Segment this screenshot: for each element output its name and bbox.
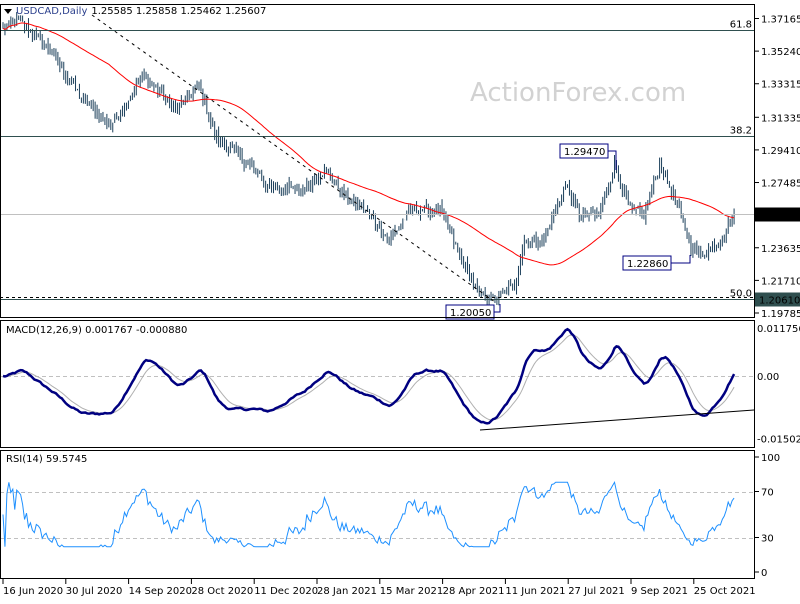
annotation-label: 1.29470: [564, 147, 605, 158]
date-tick-label: 11 Jun 2021: [505, 586, 565, 597]
macd-tick-label: -0.01502: [757, 435, 800, 446]
price-tick-label: 1.21710: [761, 276, 800, 287]
annotation-label: 1.22860: [627, 259, 668, 270]
level-badge: 1.20610: [755, 292, 800, 307]
date-tick-label: 28 Jan 2021: [317, 586, 377, 597]
date-tick-label: 11 Dec 2020: [254, 586, 318, 597]
macd-title: MACD(12,26,9) 0.001767 -0.000880: [6, 325, 187, 336]
date-tick-label: 27 Jul 2021: [568, 586, 625, 597]
rsi-title: RSI(14) 59.5745: [6, 454, 87, 465]
fib-level-label: 38.2: [730, 126, 752, 137]
date-tick-label: 30 Jul 2020: [66, 586, 123, 597]
date-tick-label: 15 Mar 2021: [380, 586, 443, 597]
rsi-tick-label: 30: [761, 534, 774, 545]
date-tick-label: 14 Sep 2020: [129, 586, 192, 597]
rsi-tick-label: 0: [761, 568, 767, 579]
price-annotation: 1.20050: [445, 304, 495, 320]
date-tick-label: 28 Apr 2021: [443, 586, 505, 597]
price-tick-label: 1.31335: [761, 113, 800, 124]
last-price-label: 1.25607: [759, 211, 800, 222]
rsi-tick-label: 70: [761, 488, 774, 499]
ohlc-values: 1.25585 1.25858 1.25462 1.25607: [91, 6, 266, 17]
date-tick-label: 25 Oct 2021: [694, 586, 756, 597]
last-price-badge: 1.25607: [755, 207, 800, 222]
price-annotation: 1.29470: [559, 143, 609, 159]
symbol-label: USDCAD,Daily: [16, 6, 87, 17]
price-tick-label: 1.37165: [761, 15, 800, 26]
chart-window: ActionForex.com 61.838.250.01.294701.228…: [0, 0, 800, 600]
date-tick-label: 16 Jun 2020: [3, 586, 63, 597]
date-tick-label: 9 Sep 2021: [631, 586, 688, 597]
price-annotation: 1.22860: [622, 255, 672, 271]
price-tick-label: 1.35240: [761, 47, 800, 58]
macd-tick-label: 0.00: [757, 372, 779, 383]
price-tick-label: 1.29410: [761, 146, 800, 157]
rsi-tick-label: 100: [761, 453, 780, 464]
fib-level-label: 61.8: [730, 20, 752, 31]
price-tick-label: 1.23635: [761, 244, 800, 255]
watermark: ActionForex.com: [470, 78, 686, 108]
svg-text:USDCAD,Daily1.25585 1.25858 1.: USDCAD,Daily 1.25585 1.25858 1.25462 1.25…: [16, 6, 266, 17]
price-tick-label: 1.33315: [761, 80, 800, 91]
price-tick-label: 1.27485: [761, 179, 800, 190]
date-tick-label: 28 Oct 2020: [191, 586, 253, 597]
macd-tick-label: 0.011756: [757, 324, 800, 335]
price-tick-label: 1.19785: [761, 309, 800, 320]
level-label: 1.20610: [759, 296, 800, 307]
